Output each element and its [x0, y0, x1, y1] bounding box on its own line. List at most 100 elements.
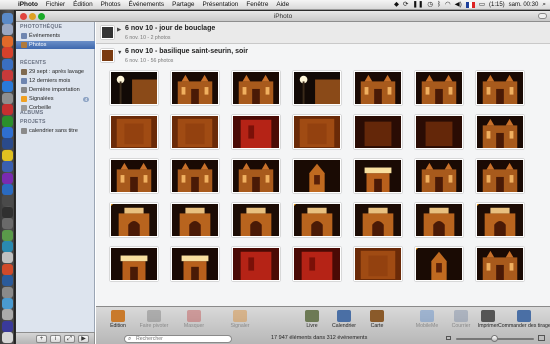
photo-thumbnail[interactable]	[415, 247, 463, 281]
photo-thumbnail[interactable]	[171, 247, 219, 281]
menu-edition[interactable]: Édition	[69, 1, 97, 8]
menu-evenements[interactable]: Événements	[125, 1, 169, 8]
menu-fenetre[interactable]: Fenêtre	[242, 1, 272, 8]
zoom-slider-knob[interactable]	[491, 335, 498, 342]
photo-thumbnail[interactable]	[476, 115, 524, 149]
menu-app[interactable]: iPhoto	[14, 1, 42, 8]
dock-app-icon[interactable]	[2, 24, 13, 36]
tool-flag[interactable]: Signaler	[220, 310, 260, 332]
minimize-window-button[interactable]	[29, 13, 36, 20]
volume-icon[interactable]: ◀)	[455, 0, 462, 10]
dock-app-icon[interactable]	[2, 286, 13, 298]
photo-thumbnail[interactable]	[415, 115, 463, 149]
tool-rotate[interactable]: Faire pivoter	[134, 310, 174, 332]
dock-app-icon[interactable]	[2, 229, 13, 241]
photo-thumbnail[interactable]	[110, 159, 158, 193]
photo-thumbnail[interactable]	[110, 247, 158, 281]
menu-photos[interactable]: Photos	[97, 1, 125, 8]
dock-app-icon[interactable]	[2, 275, 13, 287]
sidebar-item-apres-lavage[interactable]: 29 sept : après lavage	[16, 68, 95, 76]
menu-aide[interactable]: Aide	[272, 1, 293, 8]
zoom-window-button[interactable]	[38, 13, 45, 20]
dock-app-icon[interactable]	[2, 298, 13, 309]
photo-thumbnail[interactable]	[476, 247, 524, 281]
photo-thumbnail[interactable]	[293, 247, 341, 281]
dock-app-icon[interactable]	[2, 161, 13, 173]
title-bar[interactable]: iPhoto	[16, 11, 550, 22]
photo-thumbnail[interactable]	[110, 71, 158, 105]
slideshow-button[interactable]: ▶	[78, 335, 89, 343]
photo-thumbnail[interactable]	[476, 71, 524, 105]
dock-app-icon[interactable]	[2, 13, 13, 24]
search-input[interactable]	[136, 336, 226, 342]
photo-thumbnail[interactable]	[171, 71, 219, 105]
photo-thumbnail[interactable]	[232, 115, 280, 149]
photo-thumbnail[interactable]	[171, 159, 219, 193]
photo-thumbnail[interactable]	[293, 115, 341, 149]
menu-partage[interactable]: Partage	[168, 1, 198, 8]
sync-icon[interactable]: ⟳	[403, 0, 408, 10]
search-field[interactable]: ⌕	[124, 335, 232, 343]
info-button[interactable]: i	[50, 335, 61, 343]
photo-thumbnail[interactable]	[232, 159, 280, 193]
sidebar-item-events[interactable]: Événements	[16, 32, 95, 40]
event-key-photo[interactable]	[101, 49, 114, 62]
dock-app-icon[interactable]	[2, 252, 13, 264]
tool-card[interactable]: Carte	[357, 310, 397, 332]
clock[interactable]: sam. 00:30	[509, 2, 539, 8]
photo-thumbnail[interactable]	[354, 159, 402, 193]
photo-thumbnail[interactable]	[232, 71, 280, 105]
dock-app-icon[interactable]	[2, 127, 13, 138]
menu-presentation[interactable]: Présentation	[198, 1, 242, 8]
dock-app-icon[interactable]	[2, 241, 13, 252]
dock-app-icon[interactable]	[2, 81, 13, 93]
menu-fichier[interactable]: Fichier	[42, 1, 69, 8]
photo-thumbnail[interactable]	[232, 203, 280, 237]
input-source-flag-icon[interactable]	[465, 1, 475, 8]
sidebar-item-corbeille[interactable]: Corbeille	[16, 104, 95, 112]
zoom-slider[interactable]	[456, 335, 534, 342]
dock-app-icon[interactable]	[2, 332, 13, 344]
dock-app-icon[interactable]	[2, 58, 13, 70]
photo-thumbnail[interactable]	[293, 71, 341, 105]
tool-hide-x[interactable]: Masquer	[174, 310, 214, 332]
dock-app-icon[interactable]	[2, 206, 13, 218]
photo-thumbnail[interactable]	[415, 203, 463, 237]
disclosure-triangle-collapsed-icon[interactable]: ▶	[117, 27, 121, 33]
dock-app-icon[interactable]	[2, 184, 13, 195]
recent-header[interactable]: RÉCENTS	[20, 60, 46, 66]
sidebar-item-signalees[interactable]: Signalées 4	[16, 95, 95, 103]
bluetooth-icon[interactable]: ᛒ	[437, 0, 441, 10]
photo-thumbnail[interactable]	[110, 203, 158, 237]
photo-thumbnail[interactable]	[171, 115, 219, 149]
dock-app-icon[interactable]	[2, 172, 13, 184]
dock-app-icon[interactable]	[2, 92, 13, 104]
photo-thumbnail[interactable]	[110, 115, 158, 149]
tool-order-prints[interactable]: Commander des tirages	[498, 310, 550, 332]
dock-app-icon[interactable]	[2, 35, 13, 47]
toolbar-toggle-button[interactable]	[538, 13, 547, 19]
photo-thumbnail[interactable]	[354, 71, 402, 105]
photo-thumbnail[interactable]	[293, 203, 341, 237]
fullscreen-button[interactable]: ⤢	[64, 335, 75, 343]
time-machine-icon[interactable]: ◷	[427, 0, 433, 10]
photo-thumbnail[interactable]	[476, 159, 524, 193]
dock-app-icon[interactable]	[2, 263, 13, 275]
tool-pencil[interactable]: Édition	[98, 310, 138, 332]
photo-thumbnail[interactable]	[415, 71, 463, 105]
sidebar-item-12-derniers-mois[interactable]: 12 derniers mois	[16, 77, 95, 85]
event-key-photo[interactable]	[101, 26, 114, 39]
projects-header[interactable]: PROJETS	[20, 119, 46, 125]
dock-app-icon[interactable]	[2, 320, 13, 332]
pause-icon[interactable]: ❚❚	[413, 0, 424, 10]
dock-app-icon[interactable]	[2, 115, 13, 127]
photo-thumbnail[interactable]	[232, 247, 280, 281]
dock-app-icon[interactable]	[2, 138, 13, 150]
photo-thumbnail[interactable]	[293, 159, 341, 193]
sidebar-item-photos[interactable]: Photos	[16, 41, 95, 49]
battery-icon[interactable]: ▭	[479, 0, 485, 10]
add-button[interactable]: +	[36, 335, 47, 343]
sidebar-item-calendrier[interactable]: calendrier sans titre	[16, 127, 95, 135]
dock-app-icon[interactable]	[2, 149, 13, 161]
event-header[interactable]: ▼ 6 nov 10 - basilique saint-seurin, soi…	[96, 45, 550, 67]
